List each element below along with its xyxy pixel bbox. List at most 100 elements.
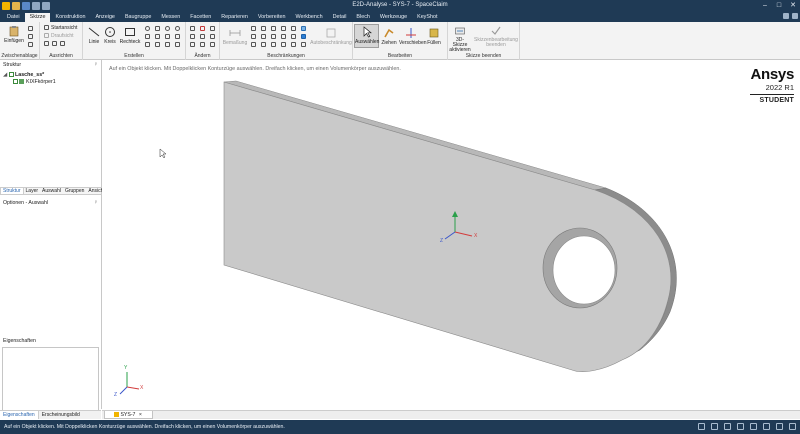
subtab-auswahl[interactable]: Auswahl	[40, 188, 63, 194]
status-tool-icon[interactable]	[711, 423, 718, 430]
coincident-icon[interactable]	[251, 26, 256, 31]
midpoint-icon[interactable]	[271, 34, 276, 39]
tab-baugruppe[interactable]: Baugruppe	[120, 13, 156, 22]
display-icon[interactable]	[44, 41, 49, 46]
circle-3pt-icon[interactable]	[175, 26, 180, 31]
tree-item-body[interactable]: KIXFkörper1	[3, 79, 56, 86]
close-tab-icon[interactable]: ×	[139, 412, 142, 418]
snap-icon[interactable]	[52, 41, 57, 46]
tab-datei[interactable]: Datei	[2, 13, 25, 22]
collinear-icon[interactable]	[261, 42, 266, 47]
tab-konstruktion[interactable]: Konstruktion	[50, 13, 90, 22]
status-tool-icon[interactable]	[776, 423, 783, 430]
pin-icon[interactable]: ᵖ	[95, 61, 97, 69]
vertical-icon[interactable]	[271, 26, 276, 31]
tab-facetten[interactable]: Facetten	[185, 13, 216, 22]
move-button[interactable]: Verschieben	[399, 27, 427, 46]
redo-icon[interactable]	[42, 2, 50, 10]
scale-icon[interactable]	[190, 42, 195, 47]
arc-icon[interactable]	[165, 26, 170, 31]
graphics-viewport[interactable]: Auf ein Objekt klicken. Mit Doppelklicke…	[102, 60, 800, 410]
app-icon[interactable]	[2, 2, 10, 10]
corner-icon[interactable]	[190, 34, 195, 39]
tab-detail[interactable]: Detail	[328, 13, 352, 22]
spline-icon[interactable]	[155, 34, 160, 39]
fill-button[interactable]: Füllen	[425, 27, 443, 46]
constraint-display-icon[interactable]	[301, 26, 306, 31]
home-view-icon[interactable]	[44, 25, 49, 30]
help-icon[interactable]	[783, 13, 789, 19]
expand-icon[interactable]: ◢	[3, 72, 7, 78]
pin-icon[interactable]: ᵖ	[95, 199, 97, 207]
subtab-gruppen[interactable]: Gruppen	[63, 188, 86, 194]
tab-werkzeuge[interactable]: Werkzeuge	[375, 13, 412, 22]
checkbox-icon[interactable]	[13, 79, 18, 85]
polygon-icon[interactable]	[155, 26, 160, 31]
coradial-icon[interactable]	[271, 42, 276, 47]
document-tab-sys7[interactable]: SYS-7 ×	[104, 411, 153, 419]
paste-button[interactable]: Einfügen	[3, 25, 25, 44]
home-view-label[interactable]: Startansicht	[51, 25, 77, 31]
tab-messen[interactable]: Messen	[156, 13, 185, 22]
delete-constraint-icon[interactable]	[301, 42, 306, 47]
pull-button[interactable]: Ziehen	[381, 27, 397, 46]
tab-anzeige[interactable]: Anzeige	[90, 13, 119, 22]
ellipse-icon[interactable]	[145, 26, 150, 31]
maximize-icon[interactable]: □	[772, 0, 786, 12]
fix-icon[interactable]	[291, 34, 296, 39]
split-icon[interactable]	[200, 26, 205, 31]
dimension-button[interactable]: Bemaßung	[222, 27, 248, 46]
subtab-layer[interactable]: Layer	[24, 188, 41, 194]
rectangle-button[interactable]: Rechteck	[119, 26, 141, 45]
status-tool-icon[interactable]	[763, 423, 770, 430]
plan-view-icon[interactable]	[44, 33, 49, 38]
bend-icon[interactable]	[200, 34, 205, 39]
lock-icon[interactable]	[291, 42, 296, 47]
tab-properties[interactable]: Eigenschaften	[0, 411, 39, 419]
end-sketch-button[interactable]: Skizzenbearbeitung beenden	[474, 25, 518, 48]
constraint-color-icon[interactable]	[301, 34, 306, 39]
concentric-icon[interactable]	[281, 34, 286, 39]
face-curve-icon[interactable]	[165, 42, 170, 47]
tab-keyshot[interactable]: KeyShot	[412, 13, 442, 22]
offset-icon[interactable]	[210, 26, 215, 31]
tab-appearance[interactable]: Erscheinungsbild	[39, 411, 83, 419]
sweep-arc-icon[interactable]	[165, 34, 170, 39]
status-tool-icon[interactable]	[750, 423, 757, 430]
tab-skizze[interactable]: Skizze	[24, 13, 51, 22]
parallel-icon[interactable]	[281, 26, 286, 31]
status-tool-icon[interactable]	[789, 423, 796, 430]
checkbox-icon[interactable]	[8, 72, 14, 78]
close-icon[interactable]: ✕	[786, 0, 800, 12]
collapse-ribbon-icon[interactable]	[792, 13, 798, 19]
sketch3d-button[interactable]: 3D-Skizze aktivieren	[449, 25, 471, 53]
line-button[interactable]: Linie	[86, 26, 102, 45]
tangent-icon[interactable]	[251, 34, 256, 39]
plan-view-label[interactable]: Draufsicht	[51, 33, 74, 39]
part-main-face[interactable]	[223, 81, 672, 372]
open-icon[interactable]	[12, 2, 20, 10]
save-icon[interactable]	[22, 2, 30, 10]
construction-line-icon[interactable]	[145, 42, 150, 47]
fillet-icon[interactable]	[210, 42, 215, 47]
tab-werkbench[interactable]: Werkbench	[290, 13, 327, 22]
tangent-arc-icon[interactable]	[145, 34, 150, 39]
auto-constrain-button[interactable]: Autobeschränkung	[310, 27, 352, 46]
copy-icon[interactable]	[28, 34, 33, 39]
status-tool-icon[interactable]	[698, 423, 705, 430]
grid-icon[interactable]	[60, 41, 65, 46]
trim-icon[interactable]	[190, 26, 195, 31]
cut-icon[interactable]	[28, 26, 33, 31]
three-point-arc-icon[interactable]	[155, 42, 160, 47]
status-tool-icon[interactable]	[724, 423, 731, 430]
tab-vorbereiten[interactable]: Vorbereiten	[253, 13, 291, 22]
undo-icon[interactable]	[32, 2, 40, 10]
horizontal-icon[interactable]	[261, 26, 266, 31]
slot-icon[interactable]	[175, 42, 180, 47]
perpendicular-icon[interactable]	[291, 26, 296, 31]
symmetric-icon[interactable]	[251, 42, 256, 47]
angle-icon[interactable]	[281, 42, 286, 47]
circle-button[interactable]: Kreis	[102, 26, 118, 45]
tab-blech[interactable]: Blech	[351, 13, 375, 22]
minimize-icon[interactable]: –	[758, 0, 772, 12]
